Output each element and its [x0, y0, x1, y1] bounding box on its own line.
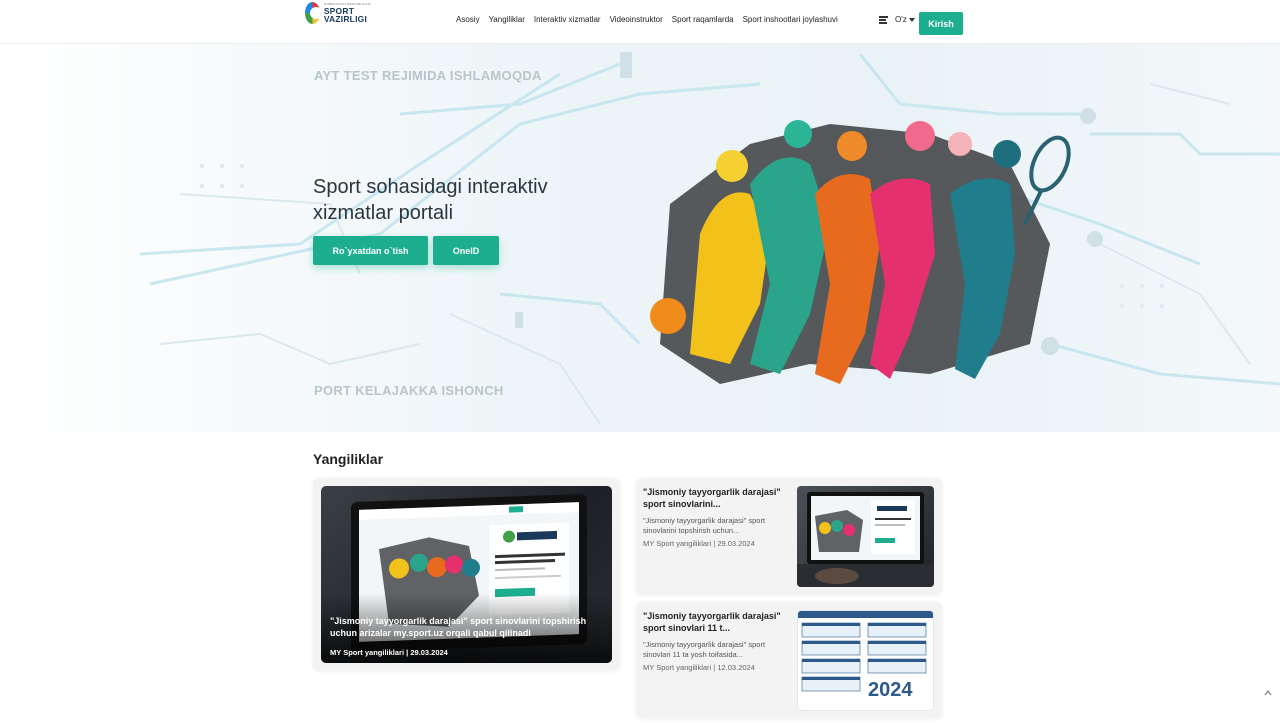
nav-item-videoinstruktor[interactable]: Videoinstruktor: [610, 15, 663, 24]
chevron-down-icon: [908, 17, 915, 22]
hero-tagline-bottom: PORT KELAJAKKA ISHONCH: [314, 383, 504, 398]
hero-banner: AYT TEST REJIMIDA ISHLAMOQDA Sport sohas…: [0, 44, 1280, 432]
logo[interactable]: O'ZBEKISTON RESPUBLIKASI SPORT VAZIRLIGI: [305, 0, 375, 26]
news-card-title[interactable]: "Jismoniy tayyorgarlik darajasi" sport s…: [643, 486, 788, 510]
nav-item-sport-inshootlari[interactable]: Sport inshootlari joylashuvi: [743, 15, 838, 24]
oneid-button[interactable]: OneID: [433, 236, 499, 265]
nav-item-asosiy[interactable]: Asosiy: [456, 15, 480, 24]
news-card-desc: "Jismoniy tayyorgarlik darajasi" sport s…: [643, 640, 766, 659]
news-card-meta: MY Sport yangiliklari | 12.03.2024: [643, 663, 755, 672]
main-nav: Asosiy Yangiliklar Interaktiv xizmatlar …: [456, 15, 847, 24]
language-selector[interactable]: O'z: [895, 15, 915, 24]
chevron-up-icon[interactable]: [1263, 688, 1273, 698]
news-card-image: [797, 486, 934, 587]
login-button[interactable]: Kirish: [919, 12, 963, 35]
news-card[interactable]: "Jismoniy tayyorgarlik darajasi" sport s…: [636, 602, 942, 718]
news-card-desc: "Jismoniy tayyorgarlik darajasi" sport s…: [643, 516, 766, 535]
news-card-image-year: 2024: [868, 679, 913, 701]
news-featured-card[interactable]: "Jismoniy tayyorgarlik darajasi" sport s…: [313, 478, 620, 670]
nav-item-yangiliklar[interactable]: Yangiliklar: [489, 15, 525, 24]
logo-mark-icon: [305, 2, 322, 24]
logo-text: SPORT VAZIRLIGI: [323, 5, 368, 24]
hero-tagline-top: AYT TEST REJIMIDA ISHLAMOQDA: [314, 68, 542, 83]
news-featured-meta: MY Sport yangiliklari | 29.03.2024: [330, 648, 448, 657]
news-featured-title[interactable]: "Jismoniy tayyorgarlik darajasi" sport s…: [330, 615, 610, 639]
news-card[interactable]: "Jismoniy tayyorgarlik darajasi" sport s…: [636, 478, 942, 594]
news-card-image: 2024: [797, 610, 934, 711]
news-card-meta: MY Sport yangiliklari | 29.03.2024: [643, 539, 755, 548]
news-card-title[interactable]: "Jismoniy tayyorgarlik darajasi" sport s…: [643, 610, 788, 634]
athletes-illustration: [650, 120, 1071, 384]
nav-item-sport-raqamlarda[interactable]: Sport raqamlarda: [672, 15, 734, 24]
language-label: O'z: [895, 15, 907, 24]
nav-item-interaktiv-xizmatlar[interactable]: Interaktiv xizmatlar: [534, 15, 601, 24]
top-header: O'ZBEKISTON RESPUBLIKASI SPORT VAZIRLIGI…: [0, 0, 1280, 44]
register-button[interactable]: Ro`yxatdan o`tish: [313, 236, 428, 265]
news-featured-image: "Jismoniy tayyorgarlik darajasi" sport s…: [321, 486, 612, 663]
hero-title: Sport sohasidagi interaktiv xizmatlar po…: [313, 176, 548, 224]
news-section-title: Yangiliklar: [313, 451, 384, 467]
menu-icon[interactable]: [879, 16, 888, 24]
